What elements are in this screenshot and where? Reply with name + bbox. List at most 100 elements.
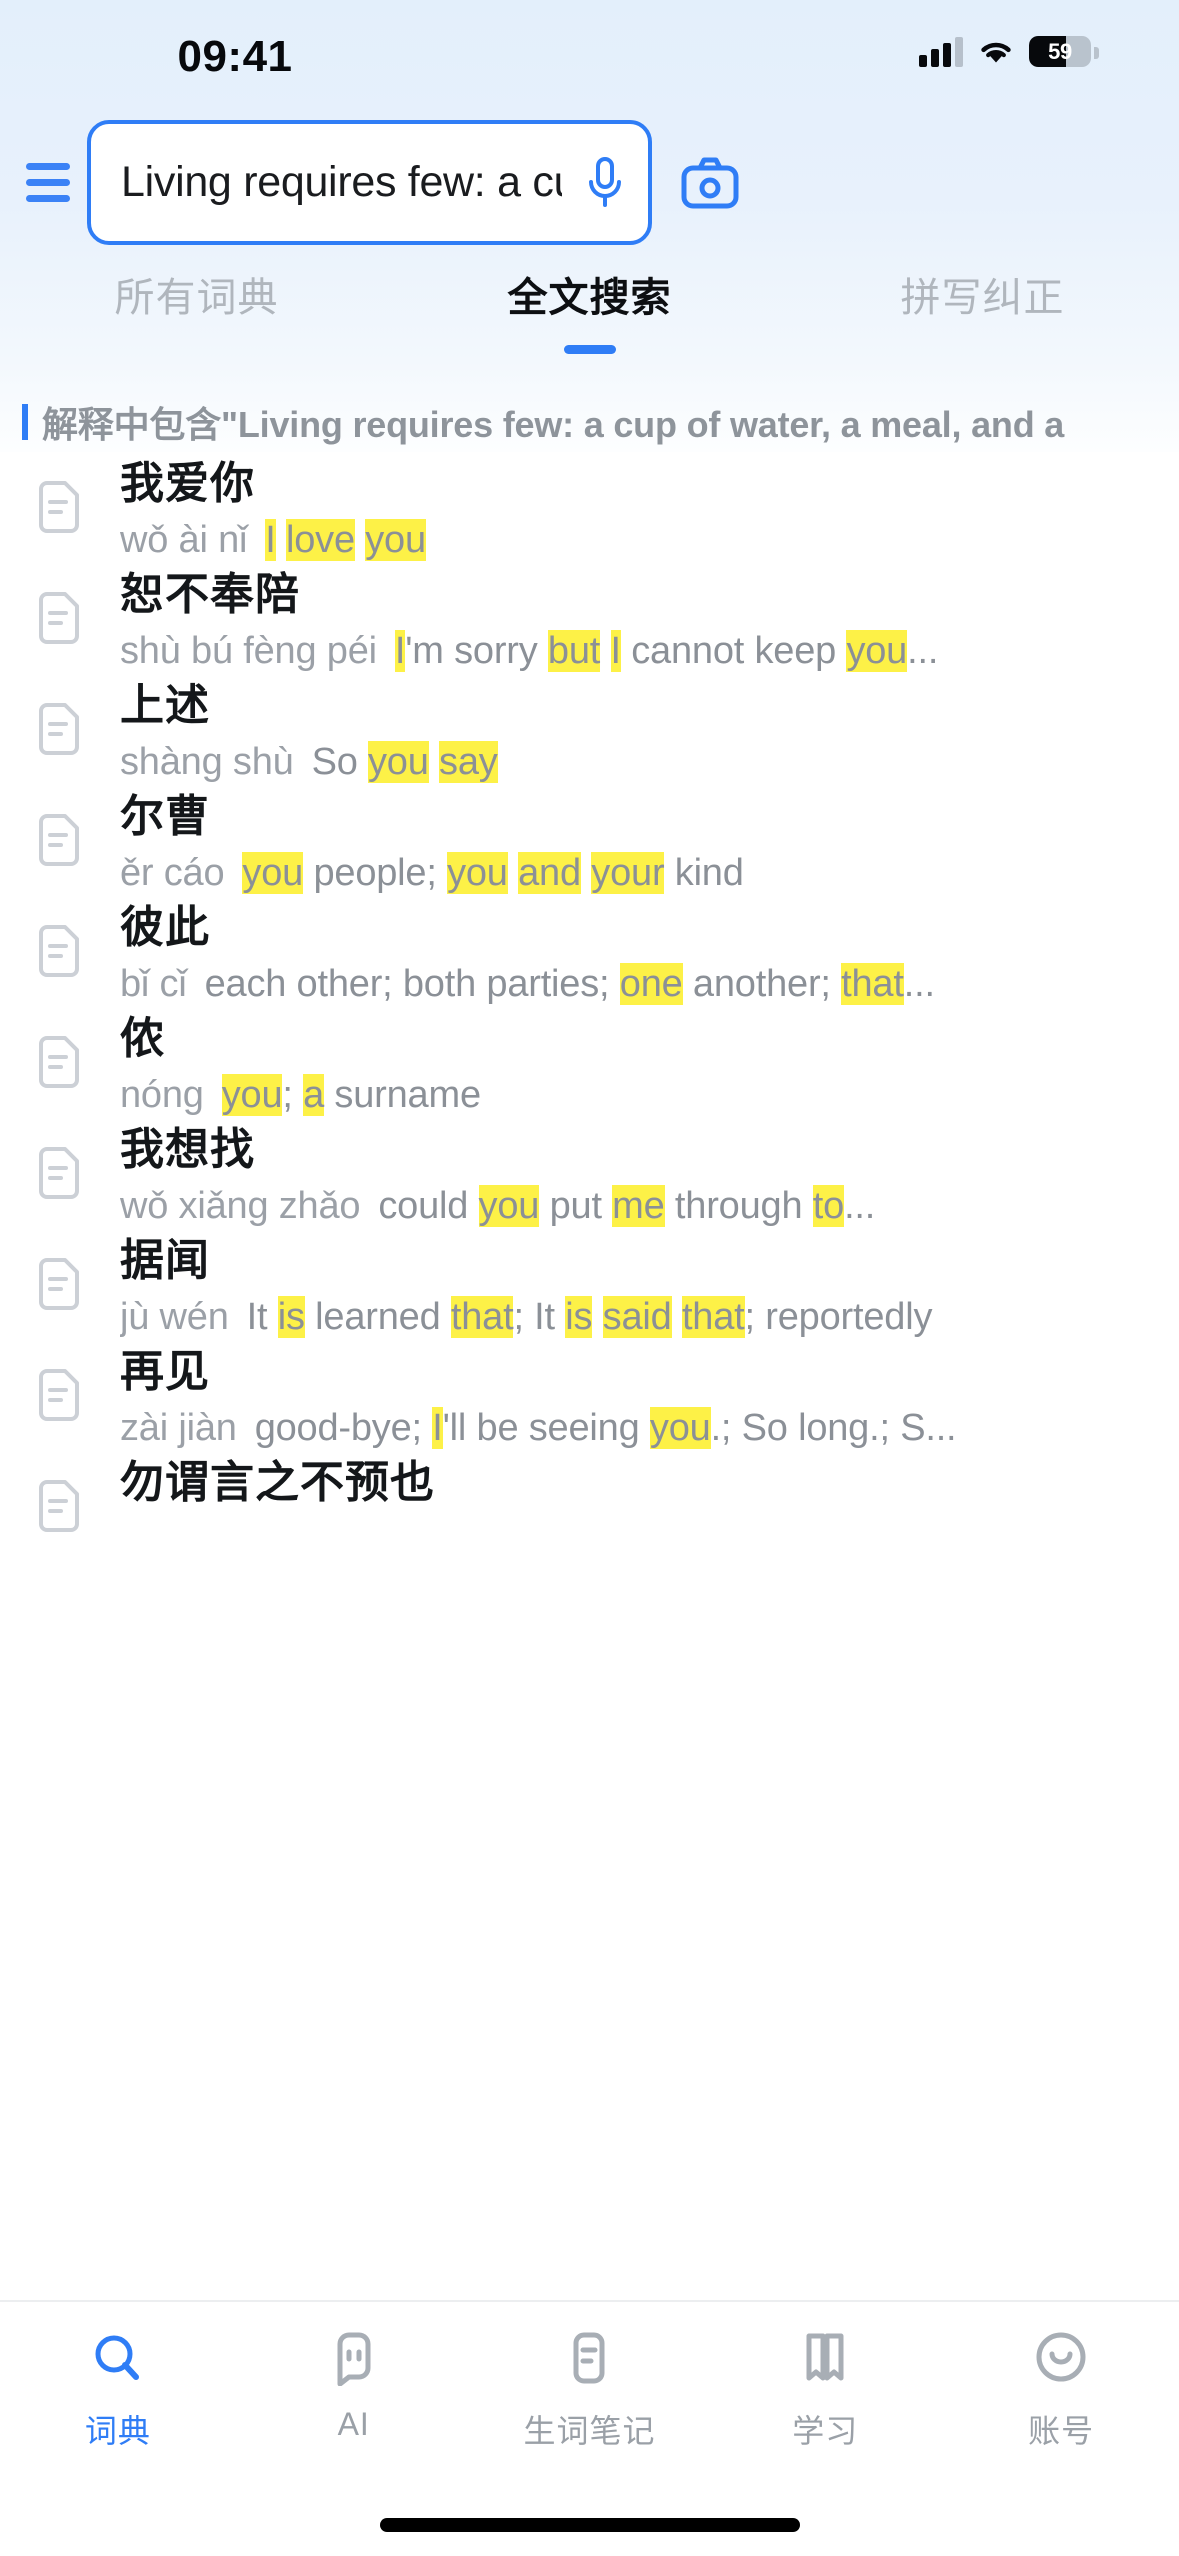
result-definition: shàng shù So you say: [120, 737, 1179, 787]
tabbar-item-ai[interactable]: AI: [236, 2328, 472, 2443]
document-icon: [37, 1258, 81, 1310]
tab-all-dictionaries[interactable]: 所有词典: [0, 265, 393, 365]
tab-spelling-correction[interactable]: 拼写纠正: [786, 265, 1179, 365]
highlighted-term: you: [447, 852, 508, 894]
tabbar-item-study-label: 学习: [792, 2413, 859, 2449]
result-definition: bǐ cǐ each other; both parties; one anoth…: [120, 959, 1179, 1009]
document-icon: [37, 925, 81, 977]
result-scope-banner: 解释中包含"Living requires few: a cup of wate…: [0, 392, 1179, 452]
result-pinyin: nóng: [120, 1074, 204, 1116]
result-headword: 恕不奉陪: [120, 570, 300, 619]
tabbar-item-study[interactable]: 学习: [707, 2328, 943, 2452]
highlighted-term: said: [602, 1296, 672, 1338]
definition-text: [672, 1296, 682, 1338]
header-region: 09:41 59 Living requires few: a cup of..…: [0, 0, 1179, 452]
result-definition: ěr cáo you people; you and your kind: [120, 848, 1179, 898]
wifi-icon: [981, 42, 1011, 62]
result-item[interactable]: 我想找 wǒ xiǎng zhǎo could you put me through…: [0, 1118, 1179, 1229]
definition-text: kind: [664, 852, 744, 894]
camera-icon[interactable]: [662, 157, 758, 209]
result-definition: shù bú fèng péi I'm sorry but I cannot ke…: [120, 626, 1179, 676]
highlighted-term: you: [242, 852, 304, 894]
definition-text: ; reportedly: [744, 1296, 933, 1338]
tabbar-item-account-label: 账号: [1028, 2413, 1095, 2449]
document-icon: [37, 703, 81, 755]
definition-text: [581, 852, 591, 894]
result-headword: 尔曹: [120, 792, 210, 841]
definition-text: [600, 630, 610, 672]
tabbar-item-vocabulary-notes-label: 生词笔记: [523, 2413, 656, 2449]
tabbar-item-ai-label: AI: [337, 2406, 370, 2442]
result-item[interactable]: 据闻 jù wén It is learned that; It is said t…: [0, 1229, 1179, 1340]
result-definition: nóng you; a surname: [120, 1070, 1179, 1120]
result-headword: 侬: [120, 1014, 165, 1063]
status-bar-indicators: 59: [919, 36, 1091, 67]
result-item[interactable]: 恕不奉陪 shù bú fèng péi I'm sorry but I canno…: [0, 563, 1179, 674]
highlighted-term: say: [439, 741, 498, 783]
highlighted-term: love: [285, 519, 355, 561]
highlighted-term: I: [265, 519, 276, 561]
search-scope-tabs: 所有词典 全文搜索 拼写纠正: [0, 265, 1179, 365]
highlighted-term: a: [303, 1074, 325, 1116]
account-circle-icon: [1030, 2328, 1092, 2390]
result-pinyin: jù wén: [120, 1296, 229, 1338]
hamburger-menu-icon[interactable]: [10, 163, 86, 202]
highlighted-term: that: [450, 1296, 514, 1338]
microphone-icon[interactable]: [562, 155, 648, 211]
highlighted-term: but: [547, 630, 601, 672]
tabbar-item-dictionary[interactable]: 词典: [0, 2328, 236, 2452]
definition-text: ; It: [513, 1296, 566, 1338]
tabbar-item-vocabulary-notes[interactable]: 生词笔记: [472, 2328, 708, 2452]
status-bar-time: 09:41: [177, 32, 293, 81]
definition-text: through: [664, 1185, 813, 1227]
result-item[interactable]: 再见 zài jiàn good-bye; I'll be seeing you.;…: [0, 1340, 1179, 1451]
highlighted-term: I: [610, 630, 621, 672]
search-row: Living requires few: a cup of...: [0, 120, 1179, 245]
result-item[interactable]: 上述 shàng shù So you say: [0, 674, 1179, 785]
highlighted-term: you: [365, 519, 426, 561]
definition-text: .; So long.; S...: [710, 1407, 957, 1449]
bottom-tab-bar: 词典 AI 生词笔记 学习 账号: [0, 2300, 1179, 2556]
banner-text: 解释中包含"Living requires few: a cup of wate…: [42, 404, 1065, 445]
highlighted-term: you: [649, 1407, 711, 1449]
notebook-icon: [558, 2328, 620, 2390]
highlighted-term: that: [841, 963, 904, 1005]
highlighted-term: is: [565, 1296, 593, 1338]
definition-text: put: [539, 1185, 613, 1227]
result-item[interactable]: 尔曹 ěr cáo you people; you and your kind: [0, 785, 1179, 896]
definition-text: [355, 519, 365, 561]
definition-text: each other; both parties;: [204, 963, 620, 1005]
definition-text: ;: [282, 1074, 304, 1116]
highlighted-term: you: [221, 1074, 283, 1116]
result-pinyin: shàng shù: [120, 741, 294, 783]
definition-text: It: [246, 1296, 278, 1338]
document-icon: [37, 1147, 81, 1199]
document-icon: [37, 814, 81, 866]
document-icon: [37, 592, 81, 644]
result-item[interactable]: 彼此 bǐ cǐ each other; both parties; one ano…: [0, 896, 1179, 1007]
highlighted-term: and: [518, 852, 581, 894]
search-input-value[interactable]: Living requires few: a cup of...: [121, 158, 562, 207]
highlighted-term: is: [277, 1296, 305, 1338]
result-pinyin: wǒ ài nǐ: [120, 519, 248, 561]
definition-text: surname: [324, 1074, 481, 1116]
definition-text: 'll be seeing: [442, 1407, 650, 1449]
tab-fulltext-search[interactable]: 全文搜索: [393, 265, 786, 365]
result-headword: 我想找: [120, 1125, 255, 1174]
search-input[interactable]: Living requires few: a cup of...: [87, 120, 652, 245]
definition-text: [429, 741, 439, 783]
highlighted-term: me: [612, 1185, 665, 1227]
definition-text: [508, 852, 518, 894]
definition-text: ...: [907, 630, 939, 672]
result-headword: 再见: [120, 1347, 210, 1396]
tabbar-item-account[interactable]: 账号: [943, 2328, 1179, 2452]
highlighted-term: one: [619, 963, 683, 1005]
result-item[interactable]: 我爱你 wǒ ài nǐ I love you: [0, 452, 1179, 563]
highlighted-term: that: [681, 1296, 745, 1338]
result-item[interactable]: 勿谓言之不预也: [0, 1451, 1179, 1562]
cellular-signal-icon: [919, 36, 963, 67]
search-results-list[interactable]: 我爱你 wǒ ài nǐ I love you 恕不奉陪 shù bú fèng péi…: [0, 452, 1179, 2312]
definition-text: [276, 519, 286, 561]
result-item[interactable]: 侬 nóng you; a surname: [0, 1007, 1179, 1118]
definition-text: another;: [682, 963, 842, 1005]
